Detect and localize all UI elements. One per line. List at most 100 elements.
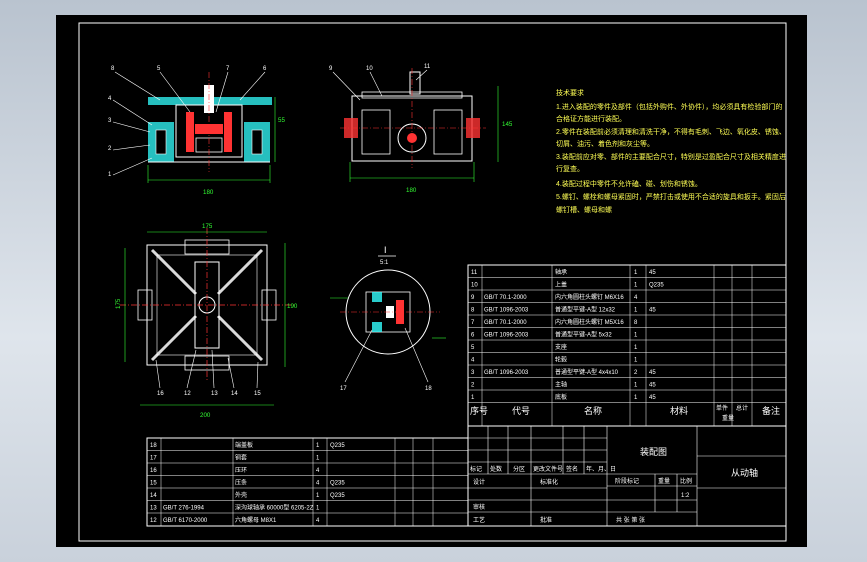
top-width-upper-dim: 175 — [202, 223, 213, 230]
bom-lower-row-no: 17 — [150, 456, 157, 462]
bom-row-material: 45 — [649, 270, 656, 276]
bom-row-name: 轮毂 — [555, 356, 567, 364]
bom-lower-row-material: Q235 — [330, 481, 345, 487]
bom-lower-row-name: 端盖板 — [235, 441, 253, 449]
side-width-dim: 180 — [406, 187, 417, 194]
bom-header-total: 总计 — [736, 404, 748, 412]
bom-lower-row-no: 14 — [150, 493, 157, 499]
bom-lower-row-no: 16 — [150, 468, 157, 474]
bom-lower-row-material: Q235 — [330, 493, 345, 499]
tech-req-line-6: 行复查。 — [556, 164, 584, 173]
bom-lower-row-name: 铜套 — [235, 454, 247, 462]
tb-stage: 阶段标记 — [615, 477, 639, 485]
cad-drawing-canvas: 180 55 8 5 7 6 4 3 2 1 180 145 9 10 11 1… — [56, 15, 807, 547]
tb-check: 审核 — [473, 503, 485, 511]
bom-row-name: 上盖 — [555, 281, 567, 289]
drawing-name: 装配图 — [640, 446, 667, 457]
tech-req-line-8: 5.螺钉、螺栓和螺母紧固时，严禁打击或使用不合适的旋具和扳手。紧固后 — [556, 192, 786, 201]
drawing-sheet — [56, 15, 807, 547]
tech-req-line-4: 切屑、油污、着色剂和灰尘等。 — [556, 139, 654, 148]
side-leader-3: 11 — [424, 64, 431, 70]
bom-lower-row-code: GB/T 276-1994 — [163, 506, 205, 512]
bom-row-name: 普通型平键-A型 5x32 — [555, 331, 612, 339]
front-height-dim: 55 — [278, 117, 285, 124]
top-leader-2: 12 — [184, 391, 191, 397]
bom-row-material: 45 — [649, 395, 656, 401]
tb-sign: 签名 — [566, 465, 578, 473]
bom-row-name: 普通型平键-A型 4x4x10 — [555, 368, 619, 376]
detail-leader-2: 18 — [425, 386, 432, 392]
bom-lower-row-name: 压环 — [235, 467, 247, 474]
tb-craft: 工艺 — [473, 516, 485, 524]
bom-header-code: 代号 — [512, 406, 530, 416]
detail-letter: I — [384, 245, 387, 255]
detail-leader-1: 17 — [340, 386, 347, 392]
tb-scale: 比例 — [680, 477, 692, 485]
top-width-lower-dim: 200 — [200, 412, 211, 419]
top-leader-5: 15 — [254, 391, 261, 397]
bom-lower-row-name: 外壳 — [235, 491, 247, 499]
tb-approve: 批准 — [540, 516, 552, 524]
top-leader-3: 13 — [211, 391, 218, 397]
bom-row-name: 内六角圆柱头螺钉 M5X16 — [555, 318, 624, 326]
bom-row-name: 底板 — [555, 393, 567, 401]
tech-req-line-1: 1.进入装配的零件及部件（包括外购件、外协件），均必须具有检验部门的 — [556, 102, 782, 111]
bom-row-code: GB/T 70.1-2000 — [484, 295, 527, 301]
top-height-left-dim: 175 — [115, 298, 122, 309]
tb-design: 设计 — [473, 478, 485, 486]
front-width-dim: 180 — [203, 189, 214, 196]
bom-row-material: 45 — [649, 308, 656, 314]
bom-lower-row-name: 六角螺母 M8X1 — [235, 516, 277, 524]
tb-scale-value: 1:2 — [681, 493, 690, 499]
bom-row-name: 内六角圆柱头螺钉 M6X16 — [555, 293, 624, 301]
bom-lower-row-name: 深沟球轴承 60000型 6205-2Z — [235, 504, 314, 512]
bom-lower-row-no: 18 — [150, 443, 157, 449]
side-leader-2: 10 — [366, 66, 373, 72]
detail-scale: 5:1 — [380, 260, 389, 266]
top-leader-4: 14 — [231, 391, 238, 397]
bom-header-note: 备注 — [762, 405, 780, 416]
bom-lower-row-name: 压条 — [235, 479, 247, 487]
side-height-dim: 145 — [502, 121, 513, 128]
part-name: 从动轴 — [731, 467, 758, 478]
bom-row-material: 45 — [649, 370, 656, 376]
bom-lower-row-code: GB/T 6170-2000 — [163, 518, 208, 524]
tech-req-line-7: 4.装配过程中零件不允许磕、碰、划伤和锈蚀。 — [556, 179, 702, 188]
bom-header-unit: 单件 — [716, 404, 728, 412]
bom-row-no: 10 — [471, 283, 478, 289]
bom-header-mat: 材料 — [670, 405, 688, 416]
top-leader-1: 16 — [157, 391, 164, 397]
bom-row-code: GB/T 70.1-2000 — [484, 320, 527, 326]
bom-header-weight: 重量 — [722, 414, 734, 422]
bom-row-code: GB/T 1096-2003 — [484, 370, 529, 376]
tb-mark: 标记 — [470, 465, 482, 473]
bom-row-name: 主轴 — [555, 381, 567, 389]
bom-row-material: 45 — [649, 383, 656, 389]
tb-date: 年、月、日 — [586, 465, 616, 473]
tech-req-title: 技术要求 — [556, 88, 584, 97]
bom-row-code: GB/T 1096-2003 — [484, 333, 529, 339]
bom-row-name: 普通型平键-A型 12x32 — [555, 306, 616, 314]
bom-row-code: GB/T 1096-2003 — [484, 308, 529, 314]
tech-req-line-9: 螺钉槽、螺母和螺 — [556, 205, 612, 214]
bom-row-no: 11 — [471, 270, 478, 276]
bom-row-name: 轴承 — [555, 268, 567, 276]
tb-zone: 分区 — [513, 465, 525, 473]
bom-row-name: 支座 — [555, 343, 567, 351]
tb-standard: 标准化 — [540, 478, 558, 486]
tech-req-line-2: 合格证方能进行装配。 — [556, 114, 626, 123]
bom-lower-row-material: Q235 — [330, 443, 345, 449]
tb-sheets: 共 张 第 张 — [616, 516, 645, 524]
tech-req-line-5: 3.装配前应对零、部件的主要配合尺寸，特别是过盈配合尺寸及相关精度进 — [556, 152, 786, 161]
tb-count: 处数 — [490, 465, 502, 473]
tech-req-line-3: 2.零件在装配前必须清理和清洗干净，不得有毛刺、飞边、氧化皮、锈蚀、 — [556, 127, 786, 136]
bom-lower-row-no: 13 — [150, 506, 157, 512]
bom-lower-row-no: 12 — [150, 518, 157, 524]
bom-row-material: Q235 — [649, 283, 664, 289]
top-height-right-dim: 190 — [287, 303, 298, 310]
bom-header-no: 序号 — [470, 405, 488, 416]
tb-change-no: 更改文件号 — [533, 465, 563, 473]
bom-lower-row-no: 15 — [150, 481, 157, 487]
tb-weight: 重量 — [658, 477, 670, 485]
bom-header-name: 名称 — [584, 405, 602, 416]
